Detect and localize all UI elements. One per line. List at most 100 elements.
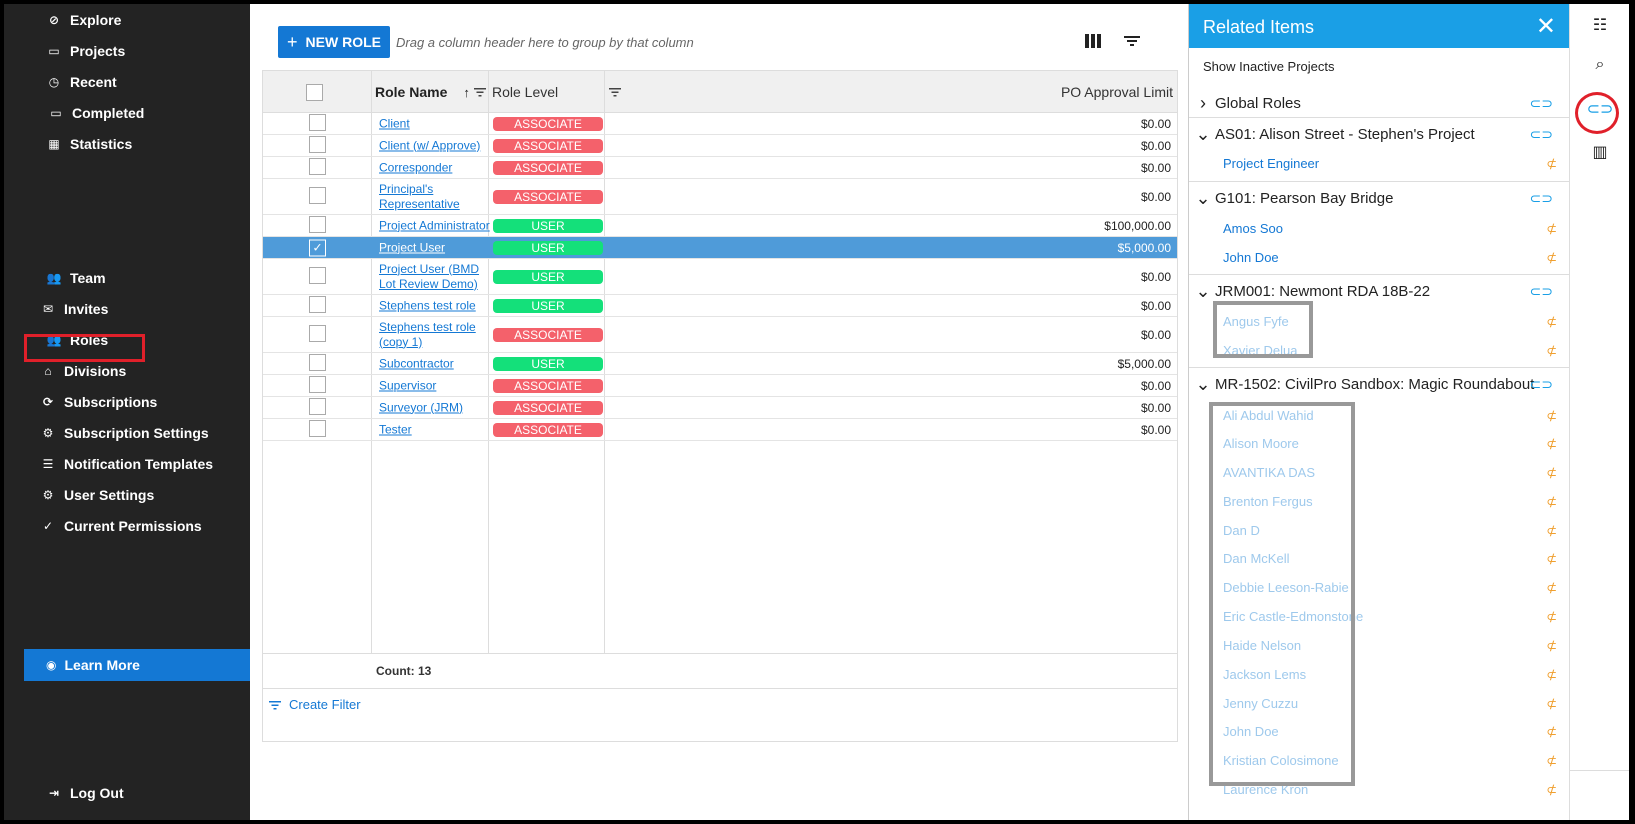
unlink-icon[interactable]: ⊄ (1546, 580, 1557, 596)
select-all-checkbox[interactable] (306, 71, 323, 113)
show-inactive-projects-toggle[interactable]: Show Inactive Projects (1203, 59, 1335, 74)
column-header-po-approval-limit[interactable]: PO Approval Limit (1061, 71, 1173, 113)
row-checkbox[interactable] (309, 157, 326, 178)
row-checkbox[interactable] (309, 324, 326, 345)
unlink-icon[interactable]: ⊄ (1546, 221, 1557, 237)
row-checkbox[interactable] (309, 397, 326, 418)
sidebar-item-projects[interactable]: ▭ Projects (4, 38, 250, 64)
sidebar-item-invites[interactable]: ✉ Invites (4, 296, 250, 322)
related-member-link[interactable]: Amos Soo (1223, 221, 1283, 236)
unlink-icon[interactable]: ⊄ (1546, 667, 1557, 683)
column-header-role-level[interactable]: Role Level (492, 71, 558, 113)
role-name-link[interactable]: Tester (379, 422, 491, 437)
row-checkbox[interactable] (309, 186, 326, 207)
role-name-link[interactable]: Stephens test role (379, 298, 491, 313)
unlink-icon[interactable]: ⊄ (1546, 343, 1557, 359)
role-name-link[interactable]: Principal's Representative (379, 182, 491, 212)
columns-icon[interactable]: ▥ (1591, 143, 1609, 161)
sort-ascending-icon[interactable]: ↑ (463, 85, 470, 100)
chevron-down-icon[interactable]: ⌄ (1195, 281, 1211, 302)
link-icon[interactable]: ⊂⊃ (1530, 95, 1553, 112)
row-checkbox[interactable] (309, 266, 326, 287)
table-row[interactable]: Stephens test role (copy 1) ASSOCIATE $0.0… (263, 317, 1177, 353)
sidebar-item-explore[interactable]: ⊘ Explore (4, 7, 250, 33)
unlink-icon[interactable]: ⊄ (1546, 696, 1557, 712)
column-header-role-name[interactable]: Role Name ↑ (375, 71, 486, 113)
role-name-link[interactable]: Project Administrator (379, 218, 491, 233)
link-icon[interactable]: ⊂⊃ (1530, 283, 1553, 300)
sidebar-item-subscription-settings[interactable]: ⚙ Subscription Settings (4, 420, 250, 446)
related-group-header[interactable]: ⌄ MR-1502: CivilPro Sandbox: Magic Rounda… (1195, 371, 1565, 397)
table-row[interactable]: Project Administrator USER $100,000.00 (263, 215, 1177, 237)
table-row[interactable]: Principal's Representative ASSOCIATE $0.00 (263, 179, 1177, 215)
chevron-down-icon[interactable]: ⌄ (1195, 188, 1211, 209)
table-row[interactable]: Stephens test role USER $0.00 (263, 295, 1177, 317)
learn-more-button[interactable]: ◉ Learn More (24, 649, 250, 681)
table-row[interactable]: ✓ Project User USER $5,000.00 (263, 237, 1177, 259)
row-checkbox[interactable]: ✓ (309, 239, 326, 256)
search-icon[interactable]: ⌕ (1591, 56, 1609, 74)
table-row[interactable]: Project User (BMD Lot Review Demo) USER $0… (263, 259, 1177, 295)
column-filter-icon[interactable] (609, 71, 621, 113)
role-name-link[interactable]: Project User (BMD Lot Review Demo) (379, 262, 491, 292)
unlink-icon[interactable]: ⊄ (1546, 250, 1557, 266)
row-checkbox[interactable] (309, 353, 326, 374)
column-filter-icon[interactable] (473, 87, 486, 97)
related-group-header[interactable]: ⌄ G101: Pearson Bay Bridge ⊂⊃ (1195, 185, 1565, 211)
row-checkbox[interactable] (309, 135, 326, 156)
unlink-icon[interactable]: ⊄ (1546, 523, 1557, 539)
sidebar-item-subscriptions[interactable]: ⟳ Subscriptions (4, 389, 250, 415)
chevron-down-icon[interactable]: ⌄ (1195, 374, 1211, 395)
unlink-icon[interactable]: ⊄ (1546, 465, 1557, 481)
details-icon[interactable]: ☷ (1591, 16, 1609, 34)
unlink-icon[interactable]: ⊄ (1546, 551, 1557, 567)
related-member-link[interactable]: John Doe (1223, 250, 1279, 265)
related-member-link[interactable]: Project Engineer (1223, 156, 1319, 171)
sidebar-item-current-permissions[interactable]: ✓ Current Permissions (4, 513, 250, 539)
sidebar-item-completed[interactable]: ▭ Completed (4, 100, 250, 126)
unlink-icon[interactable]: ⊄ (1546, 436, 1557, 452)
unlink-icon[interactable]: ⊄ (1546, 494, 1557, 510)
table-row[interactable]: Tester ASSOCIATE $0.00 (263, 419, 1177, 441)
unlink-icon[interactable]: ⊄ (1546, 314, 1557, 330)
link-icon[interactable]: ⊂⊃ (1530, 126, 1553, 143)
link-icon[interactable]: ⊂⊃ (1530, 376, 1553, 393)
role-name-link[interactable]: Client (w/ Approve) (379, 138, 491, 153)
unlink-icon[interactable]: ⊄ (1546, 408, 1557, 424)
group-by-drop-zone[interactable]: Drag a column header here to group by th… (396, 35, 694, 50)
unlink-icon[interactable]: ⊄ (1546, 609, 1557, 625)
row-checkbox[interactable] (309, 375, 326, 396)
sidebar-item-statistics[interactable]: ▦ Statistics (4, 131, 250, 157)
log-out-button[interactable]: ⇥ Log Out (4, 780, 250, 806)
related-group-header[interactable]: › Global Roles ⊂⊃ (1195, 90, 1565, 116)
row-checkbox[interactable] (309, 113, 326, 134)
sidebar-item-divisions[interactable]: ⌂ Divisions (4, 358, 250, 384)
row-checkbox[interactable] (309, 419, 326, 440)
role-name-link[interactable]: Project User (379, 240, 491, 255)
table-row[interactable]: Subcontractor USER $5,000.00 (263, 353, 1177, 375)
chevron-right-icon[interactable]: › (1195, 93, 1211, 114)
role-name-link[interactable]: Surveyor (JRM) (379, 400, 491, 415)
chevron-down-icon[interactable]: ⌄ (1195, 124, 1211, 145)
sidebar-item-user-settings[interactable]: ⚙ User Settings (4, 482, 250, 508)
table-row[interactable]: Client ASSOCIATE $0.00 (263, 113, 1177, 135)
role-name-link[interactable]: Supervisor (379, 378, 491, 393)
link-icon[interactable]: ⊂⊃ (1530, 190, 1553, 207)
column-chooser-icon[interactable] (1085, 34, 1101, 48)
row-checkbox[interactable] (309, 215, 326, 236)
table-row[interactable]: Supervisor ASSOCIATE $0.00 (263, 375, 1177, 397)
create-filter-button[interactable]: Create Filter (269, 697, 361, 712)
role-name-link[interactable]: Corresponder (379, 160, 491, 175)
new-role-button[interactable]: + NEW ROLE (278, 26, 390, 58)
close-icon[interactable]: ✕ (1536, 12, 1556, 41)
filter-toggle-icon[interactable] (1123, 33, 1141, 49)
sidebar-item-notification-templates[interactable]: ☰ Notification Templates (4, 451, 250, 477)
table-row[interactable]: Client (w/ Approve) ASSOCIATE $0.00 (263, 135, 1177, 157)
role-name-link[interactable]: Stephens test role (copy 1) (379, 320, 491, 350)
sidebar-item-team[interactable]: 👥 Team (4, 265, 250, 291)
unlink-icon[interactable]: ⊄ (1546, 156, 1557, 172)
role-name-link[interactable]: Client (379, 116, 491, 131)
unlink-icon[interactable]: ⊄ (1546, 782, 1557, 798)
table-row[interactable]: Corresponder ASSOCIATE $0.00 (263, 157, 1177, 179)
table-row[interactable]: Surveyor (JRM) ASSOCIATE $0.00 (263, 397, 1177, 419)
